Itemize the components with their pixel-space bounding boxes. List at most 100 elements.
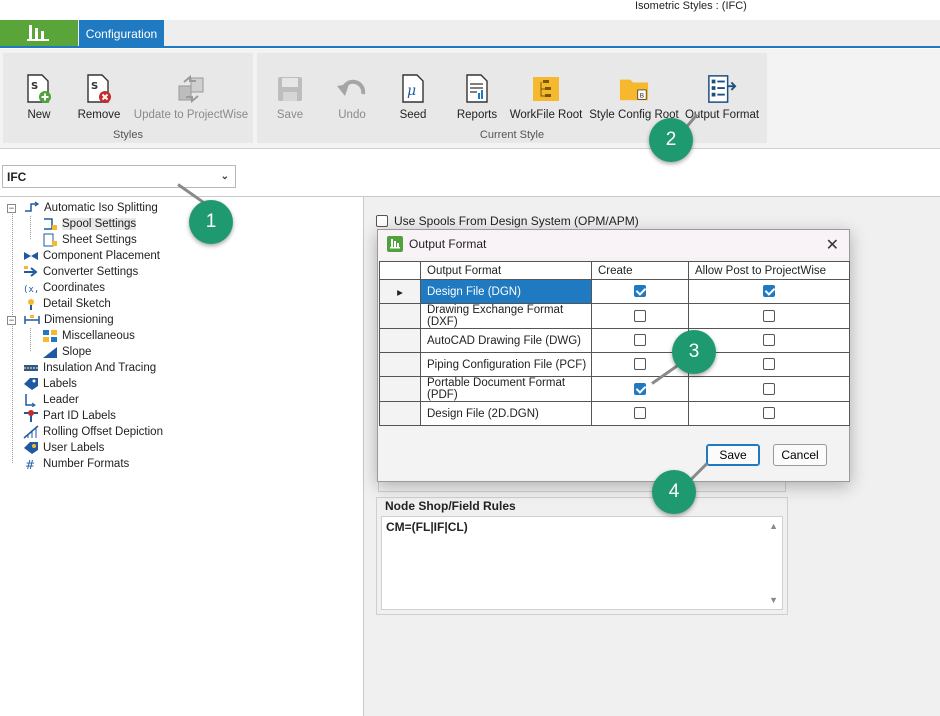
seed-button[interactable]: μ Seed bbox=[377, 73, 449, 121]
column-header-output-format[interactable]: Output Format bbox=[420, 261, 592, 280]
new-style-icon: S bbox=[24, 73, 54, 105]
tree-item-user-labels[interactable]: User Labels bbox=[23, 440, 104, 456]
create-cell bbox=[591, 303, 689, 329]
node-rules-textarea[interactable]: CM=(FL|IF|CL) ▲ ▼ bbox=[381, 516, 783, 610]
use-spools-checkbox[interactable]: Use Spools From Design System (OPM/APM) bbox=[376, 214, 639, 228]
output-format-dialog: Output Format ✕ Output Format Create All… bbox=[377, 229, 850, 482]
tree-item-coordinates[interactable]: (x,) Coordinates bbox=[23, 280, 105, 296]
tree-line bbox=[30, 328, 31, 351]
tab-configuration[interactable]: Configuration bbox=[79, 20, 164, 47]
column-header-create[interactable]: Create bbox=[591, 261, 689, 280]
use-spools-checkbox-box[interactable] bbox=[376, 215, 388, 227]
tree-item-insulation-and-tracing[interactable]: Insulation And Tracing bbox=[23, 360, 156, 376]
column-header-allow-post[interactable]: Allow Post to ProjectWise bbox=[688, 261, 850, 280]
svg-text:μ: μ bbox=[407, 83, 416, 99]
table-row[interactable]: Drawing Exchange Format (DXF) bbox=[379, 303, 850, 329]
tree-item-label: User Labels bbox=[43, 442, 105, 454]
allow-post-cell bbox=[688, 376, 850, 402]
userlabel-icon bbox=[23, 441, 39, 455]
seed-file-icon: μ bbox=[398, 73, 428, 105]
tree-item-label: Automatic Iso Splitting bbox=[44, 202, 158, 214]
format-name-cell[interactable]: Design File (DGN) bbox=[420, 279, 592, 304]
format-name-cell[interactable]: Piping Configuration File (PCF) bbox=[420, 352, 592, 377]
tree-item-part-id-labels[interactable]: Part ID Labels bbox=[23, 408, 116, 424]
allow-post-checkbox[interactable] bbox=[763, 309, 775, 322]
table-row[interactable]: Portable Document Format (PDF) bbox=[379, 376, 850, 402]
tree-item-sheet-settings[interactable]: Sheet Settings bbox=[42, 232, 137, 248]
allow-post-checkbox[interactable] bbox=[763, 407, 775, 420]
dialog-save-button[interactable]: Save bbox=[706, 444, 760, 466]
undo-label: Undo bbox=[338, 109, 366, 121]
scroll-up-icon[interactable]: ▲ bbox=[769, 521, 778, 531]
app-menu-button[interactable] bbox=[0, 20, 78, 46]
tree-item-leader[interactable]: Leader bbox=[23, 392, 79, 408]
slope-icon bbox=[42, 345, 58, 359]
update-to-projectwise-button[interactable]: Update to ProjectWise bbox=[134, 73, 248, 121]
collapse-icon[interactable]: − bbox=[7, 315, 16, 325]
tree-item-rolling-offset-depiction[interactable]: Rolling Offset Depiction bbox=[23, 424, 163, 440]
detail-icon bbox=[23, 297, 39, 311]
tree-item-labels[interactable]: Labels bbox=[23, 376, 77, 392]
tree-item-number-formats[interactable]: # Number Formats bbox=[23, 456, 129, 472]
row-selector[interactable] bbox=[379, 328, 421, 353]
tree-item-slope[interactable]: Slope bbox=[42, 344, 91, 360]
scroll-down-icon[interactable]: ▼ bbox=[769, 595, 778, 605]
table-row[interactable]: Piping Configuration File (PCF) bbox=[379, 352, 850, 377]
collapse-icon[interactable]: − bbox=[7, 203, 16, 213]
svg-text:B: B bbox=[640, 91, 645, 99]
title-bar: Isometric Styles : (IFC) bbox=[0, 0, 940, 20]
create-checkbox[interactable] bbox=[634, 358, 646, 371]
projectwise-sync-icon bbox=[176, 73, 206, 105]
create-checkbox[interactable] bbox=[634, 382, 646, 395]
tag-icon bbox=[23, 377, 39, 391]
valve-icon bbox=[23, 249, 39, 263]
allow-post-cell bbox=[688, 401, 850, 426]
tree-item-miscellaneous[interactable]: Miscellaneous bbox=[42, 328, 135, 344]
style-select[interactable]: IFC ⌄ bbox=[2, 165, 236, 188]
create-checkbox[interactable] bbox=[634, 285, 646, 298]
allow-post-checkbox[interactable] bbox=[763, 358, 775, 371]
table-row[interactable]: Design File (2D.DGN) bbox=[379, 401, 850, 426]
tab-strip: Configuration bbox=[0, 20, 940, 48]
format-name-cell[interactable]: AutoCAD Drawing File (DWG) bbox=[420, 328, 592, 353]
reports-button[interactable]: Reports bbox=[441, 73, 513, 121]
format-name-cell[interactable]: Drawing Exchange Format (DXF) bbox=[420, 303, 592, 329]
rolling-icon bbox=[23, 425, 39, 439]
style-config-root-button[interactable]: B Style Config Root bbox=[589, 73, 679, 121]
row-selector[interactable] bbox=[379, 352, 421, 377]
allow-post-checkbox[interactable] bbox=[763, 285, 775, 298]
tree-item-component-placement[interactable]: Component Placement bbox=[23, 248, 160, 264]
create-checkbox[interactable] bbox=[634, 334, 646, 347]
row-selector-icon[interactable]: ▸ bbox=[379, 279, 421, 304]
workfile-root-button[interactable]: WorkFile Root bbox=[510, 73, 582, 121]
remove-button[interactable]: S Remove bbox=[63, 73, 135, 121]
tree-item-label: Spool Settings bbox=[62, 218, 137, 230]
style-config-folder-icon: B bbox=[619, 73, 649, 105]
create-checkbox[interactable] bbox=[634, 309, 646, 322]
output-format-icon bbox=[707, 73, 737, 105]
tree-item-converter-settings[interactable]: Converter Settings bbox=[23, 264, 138, 280]
node-shop-field-rules-group: Node Shop/Field Rules CM=(FL|IF|CL) ▲ ▼ bbox=[376, 497, 788, 615]
create-checkbox[interactable] bbox=[634, 407, 646, 420]
allow-post-checkbox[interactable] bbox=[763, 334, 775, 347]
tree-item-dimensioning[interactable]: − Dimensioning bbox=[7, 312, 114, 328]
dialog-title-bar[interactable]: Output Format ✕ bbox=[378, 230, 849, 258]
row-selector[interactable] bbox=[379, 376, 421, 402]
tree-item-spool-settings[interactable]: Spool Settings bbox=[42, 216, 137, 232]
save-disk-icon bbox=[275, 73, 305, 105]
table-row[interactable]: ▸ Design File (DGN) bbox=[379, 279, 850, 304]
tree-line bbox=[30, 216, 31, 239]
format-name-cell[interactable]: Portable Document Format (PDF) bbox=[420, 376, 592, 402]
row-header-corner bbox=[379, 261, 421, 280]
dialog-cancel-button[interactable]: Cancel bbox=[773, 444, 827, 466]
allow-post-checkbox[interactable] bbox=[763, 382, 775, 395]
tree-item-detail-sketch[interactable]: Detail Sketch bbox=[23, 296, 111, 312]
row-selector[interactable] bbox=[379, 401, 421, 426]
format-name-cell[interactable]: Design File (2D.DGN) bbox=[420, 401, 592, 426]
close-icon[interactable]: ✕ bbox=[826, 235, 839, 255]
output-format-grid: Output Format Create Allow Post to Proje… bbox=[379, 261, 850, 426]
row-selector[interactable] bbox=[379, 303, 421, 329]
table-row[interactable]: AutoCAD Drawing File (DWG) bbox=[379, 328, 850, 353]
tree-item-automatic-iso-splitting[interactable]: − Automatic Iso Splitting bbox=[7, 200, 158, 216]
hash-icon: # bbox=[23, 457, 39, 471]
